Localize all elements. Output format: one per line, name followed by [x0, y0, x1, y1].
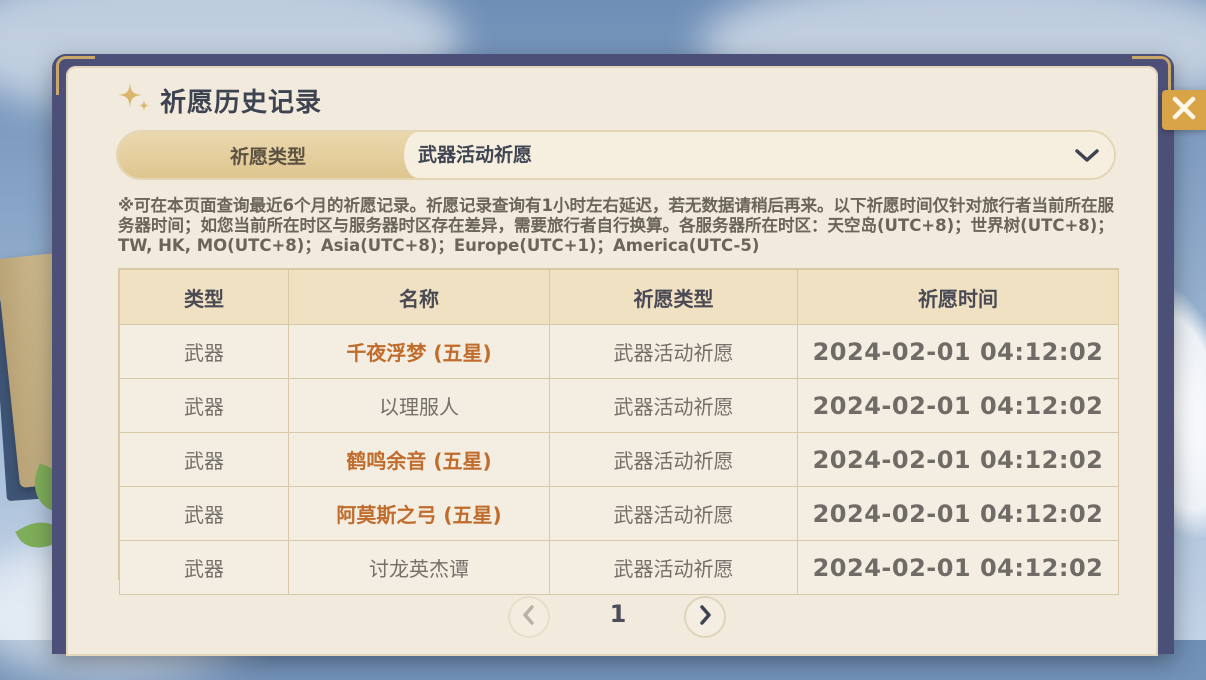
column-header-name: 名称 [288, 269, 550, 325]
cell-name: 阿莫斯之弓 (五星) [288, 486, 550, 541]
cell-wish-type: 武器活动祈愿 [549, 324, 798, 379]
cell-wish-type: 武器活动祈愿 [549, 486, 798, 541]
cell-name: 讨龙英杰谭 [288, 540, 550, 595]
cell-type: 武器 [119, 486, 289, 541]
column-header-type: 类型 [119, 269, 289, 325]
wish-type-dropdown[interactable]: 祈愿类型 武器活动祈愿 [118, 132, 1114, 178]
close-button[interactable] [1162, 90, 1206, 130]
table-header-row: 类型 名称 祈愿类型 祈愿时间 [119, 269, 1119, 325]
cell-time: 2024-02-01 04:12:02 [797, 486, 1119, 541]
page-title-row: 祈愿历史记录 [116, 80, 322, 120]
chevron-down-icon[interactable] [1074, 143, 1100, 171]
wish-type-label: 祈愿类型 [118, 132, 432, 178]
column-header-wish-type: 祈愿类型 [549, 269, 798, 325]
table-row: 武器 讨龙英杰谭 武器活动祈愿 2024-02-01 04:12:02 [119, 540, 1119, 595]
next-page-button[interactable] [686, 598, 724, 636]
table-row: 武器 阿莫斯之弓 (五星) 武器活动祈愿 2024-02-01 04:12:02 [119, 486, 1119, 541]
cell-name: 千夜浮梦 (五星) [288, 324, 550, 379]
timezone-notice: ※可在本页面查询最近6个月的祈愿记录。祈愿记录查询有1小时左右延迟，若无数据请稍… [118, 196, 1115, 255]
cell-wish-type: 武器活动祈愿 [549, 540, 798, 595]
prev-page-button[interactable] [510, 598, 548, 636]
cell-time: 2024-02-01 04:12:02 [797, 432, 1119, 487]
cell-wish-type: 武器活动祈愿 [549, 378, 798, 433]
cell-wish-type: 武器活动祈愿 [549, 432, 798, 487]
wish-history-table: 类型 名称 祈愿类型 祈愿时间 武器 千夜浮梦 (五星) 武器活动祈愿 2024… [118, 268, 1119, 595]
current-page-number: 1 [609, 600, 627, 628]
cell-type: 武器 [119, 540, 289, 595]
table-row: 武器 鹤鸣余音 (五星) 武器活动祈愿 2024-02-01 04:12:02 [119, 432, 1119, 487]
sparkle-icon [116, 80, 152, 120]
pagination: 1 [510, 596, 726, 640]
cell-type: 武器 [119, 432, 289, 487]
cell-time: 2024-02-01 04:12:02 [797, 378, 1119, 433]
page-title: 祈愿历史记录 [160, 87, 323, 118]
wish-type-selected-value: 武器活动祈愿 [418, 144, 533, 166]
close-icon [1169, 93, 1199, 127]
table-row: 武器 以理服人 武器活动祈愿 2024-02-01 04:12:02 [119, 378, 1119, 433]
chevron-left-icon [520, 604, 538, 630]
table-row: 武器 千夜浮梦 (五星) 武器活动祈愿 2024-02-01 04:12:02 [119, 324, 1119, 379]
cell-time: 2024-02-01 04:12:02 [797, 540, 1119, 595]
cell-type: 武器 [119, 324, 289, 379]
cell-type: 武器 [119, 378, 289, 433]
cell-time: 2024-02-01 04:12:02 [797, 324, 1119, 379]
cell-name: 鹤鸣余音 (五星) [288, 432, 550, 487]
column-header-wish-time: 祈愿时间 [797, 269, 1119, 325]
chevron-right-icon [696, 604, 714, 630]
cell-name: 以理服人 [288, 378, 550, 433]
